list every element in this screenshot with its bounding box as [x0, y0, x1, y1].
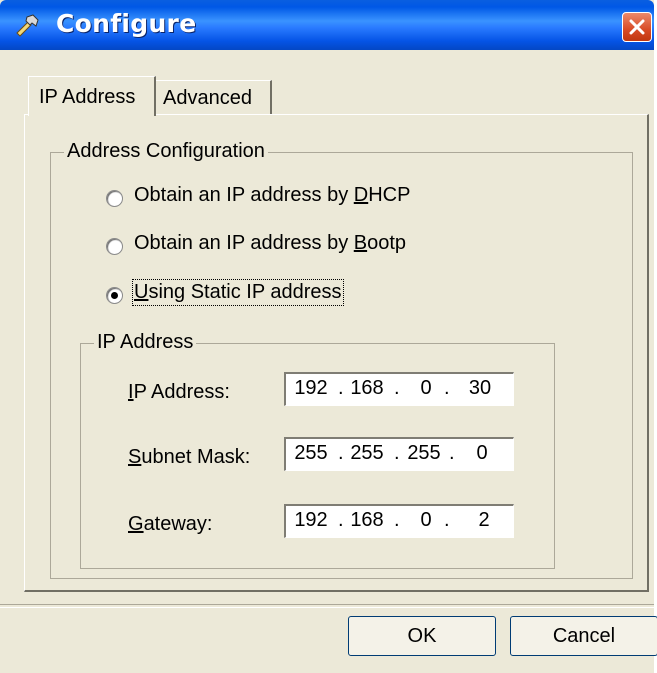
- address-configuration-legend: Address Configuration: [64, 140, 268, 163]
- bootp-radio[interactable]: [106, 238, 123, 255]
- octet: 0: [420, 509, 432, 531]
- title-bar[interactable]: Configure: [0, 0, 654, 50]
- static-ip-radio-label[interactable]: Using Static IP address: [132, 279, 344, 306]
- octet: 192: [294, 509, 328, 531]
- close-button[interactable]: [622, 12, 652, 42]
- static-ip-radio[interactable]: [106, 287, 123, 304]
- gateway-label: Gateway:: [128, 513, 213, 535]
- octet: 0: [420, 377, 432, 399]
- octet: 255: [407, 442, 441, 464]
- octet: 255: [350, 442, 384, 464]
- tab-ip-address[interactable]: IP Address: [28, 76, 156, 116]
- cancel-button[interactable]: Cancel: [510, 616, 657, 656]
- octet: 168: [350, 377, 384, 399]
- window-title: Configure: [56, 9, 197, 38]
- gateway-input[interactable]: 192 . 168 . 0 . 2: [284, 504, 514, 538]
- dhcp-radio-label[interactable]: Obtain an IP address by DHCP: [134, 184, 410, 207]
- ip-address-legend: IP Address: [94, 331, 197, 354]
- octet: 0: [476, 442, 488, 464]
- tab-advanced[interactable]: Advanced: [156, 80, 272, 114]
- ip-address-input[interactable]: 192 . 168 . 0 . 30: [284, 372, 514, 406]
- footer-separator: [0, 604, 654, 608]
- dhcp-radio[interactable]: [106, 190, 123, 207]
- subnet-mask-input[interactable]: 255 . 255 . 255 . 0: [284, 437, 514, 471]
- subnet-mask-label: Subnet Mask:: [128, 446, 251, 468]
- octet: 30: [468, 377, 492, 399]
- ok-button[interactable]: OK: [348, 616, 496, 656]
- octet: 255: [294, 442, 328, 464]
- close-icon: [629, 19, 645, 35]
- octet: 168: [350, 509, 384, 531]
- octet: 2: [478, 509, 490, 531]
- wrench-icon: [14, 11, 42, 39]
- configure-dialog: Configure IP Address Advanced Address Co…: [0, 0, 657, 673]
- octet: 192: [294, 377, 328, 399]
- bootp-radio-label[interactable]: Obtain an IP address by Bootp: [134, 232, 406, 255]
- ip-address-label: IP Address:: [128, 381, 230, 403]
